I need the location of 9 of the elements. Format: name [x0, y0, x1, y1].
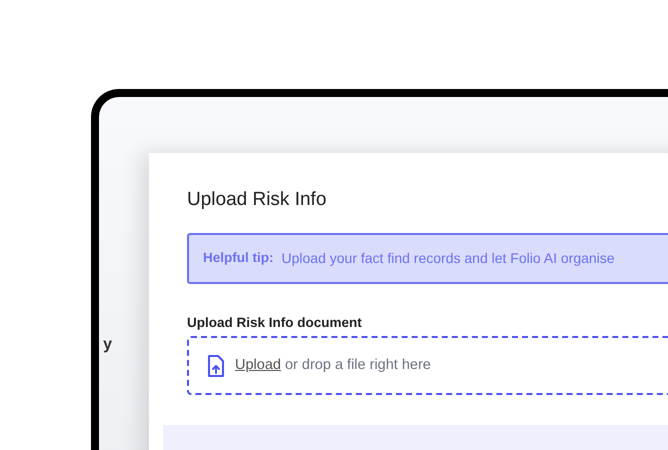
- upload-label: Upload Risk Info document: [187, 314, 362, 332]
- tip-text: Upload your fact find records and let Folio AI organise: [282, 249, 615, 268]
- tip-label: Helpful tip:: [203, 249, 274, 268]
- dropzone[interactable]: Upload or drop a file right here: [187, 336, 668, 395]
- upload-link[interactable]: Upload: [235, 356, 281, 373]
- sidebar-text: y: [103, 335, 113, 355]
- dropzone-text: or drop a file right here: [284, 356, 431, 373]
- file-upload-icon: [207, 354, 225, 378]
- modal-title: Upload Risk Info: [187, 188, 326, 212]
